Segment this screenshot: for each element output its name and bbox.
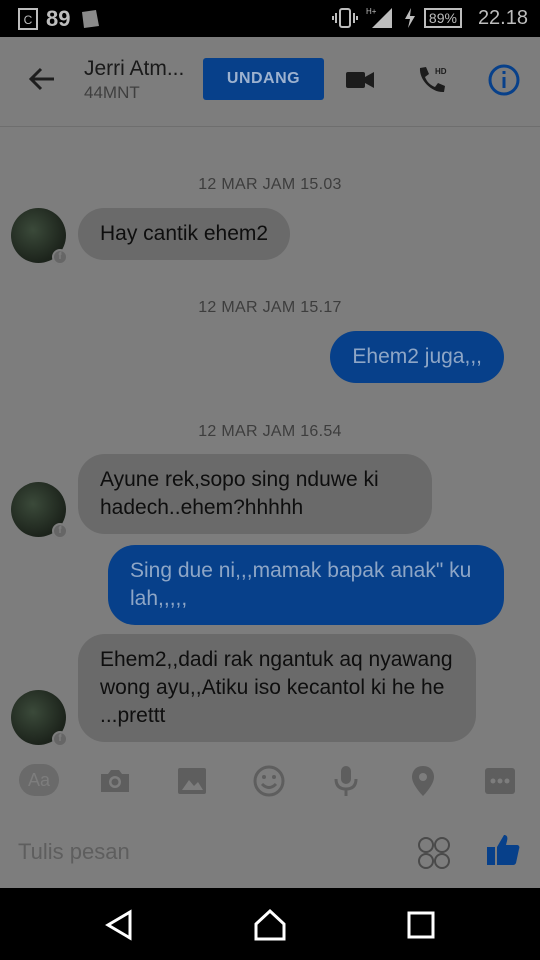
smiley-icon[interactable]	[252, 764, 286, 798]
outgoing-message[interactable]: Ehem2 juga,,,	[330, 331, 504, 383]
battery-indicator: 89%	[423, 8, 462, 28]
incoming-message[interactable]: Hay cantik ehem2	[78, 208, 291, 260]
status-bar: C 89 H+ 89% 22.18	[0, 0, 540, 37]
battery-level: 89%	[423, 8, 462, 28]
video-call-icon[interactable]	[343, 63, 377, 97]
contact-avatar[interactable]: f	[11, 690, 68, 747]
outgoing-message[interactable]: Sing due ni,,,mamak bapak anak" ku lah,,…	[108, 545, 504, 625]
location-icon[interactable]	[406, 764, 440, 798]
svg-text:HD: HD	[435, 67, 447, 76]
incoming-message[interactable]: Ayune rek,sopo sing nduwe ki hadech..ehe…	[78, 454, 432, 534]
invite-button[interactable]: UNDANG	[203, 58, 324, 100]
like-thumb-icon[interactable]	[484, 831, 522, 869]
message-timestamp: 12 MAR JAM 16.54	[198, 423, 342, 440]
facebook-badge-icon: f	[52, 523, 68, 539]
contact-active-status: 44MNT	[84, 83, 140, 102]
facebook-badge-icon: f	[52, 731, 68, 747]
notification-c-icon: C	[18, 8, 38, 30]
microphone-icon[interactable]	[329, 764, 363, 798]
text-format-icon[interactable]: Aa	[19, 764, 59, 796]
contact-avatar[interactable]: f	[11, 208, 68, 265]
app-notification-icon	[82, 10, 100, 28]
svg-text:H+: H+	[366, 7, 377, 16]
composer-toolbar: Aa	[0, 752, 540, 808]
nav-recents-icon[interactable]	[404, 908, 438, 942]
signal-icon: H+	[366, 7, 392, 28]
notification-count: 89	[46, 6, 71, 31]
nav-back-icon[interactable]	[102, 908, 136, 942]
message-timestamp: 12 MAR JAM 15.17	[198, 299, 342, 316]
gallery-icon[interactable]	[175, 764, 209, 798]
message-input[interactable]: Tulis pesan	[18, 839, 130, 865]
charging-icon	[404, 8, 415, 28]
facebook-badge-icon: f	[52, 249, 68, 265]
camera-icon[interactable]	[98, 764, 132, 798]
contact-name: Jerri Atm...	[84, 57, 185, 80]
more-icon[interactable]	[483, 764, 517, 798]
system-nav-bar	[0, 888, 540, 960]
message-timestamp: 12 MAR JAM 15.03	[198, 176, 342, 193]
incoming-message[interactable]: Ehem2,,dadi rak ngantuk aq nyawang wong …	[78, 634, 476, 742]
nav-home-icon[interactable]	[253, 908, 287, 942]
clock: 22.18	[477, 6, 528, 29]
contact-info[interactable]: Jerri Atm... 44MNT	[84, 57, 194, 103]
message-composer: Tulis pesan	[0, 815, 540, 887]
conversation-header: Jerri Atm... 44MNT UNDANG HD	[0, 37, 540, 127]
info-icon[interactable]	[487, 63, 521, 97]
back-arrow-icon[interactable]	[26, 63, 58, 95]
vibrate-icon	[331, 8, 358, 28]
svg-text:C: C	[24, 13, 33, 27]
phone-call-icon[interactable]: HD	[415, 63, 449, 97]
contact-avatar[interactable]: f	[11, 482, 68, 539]
sticker-icon[interactable]	[416, 835, 452, 871]
